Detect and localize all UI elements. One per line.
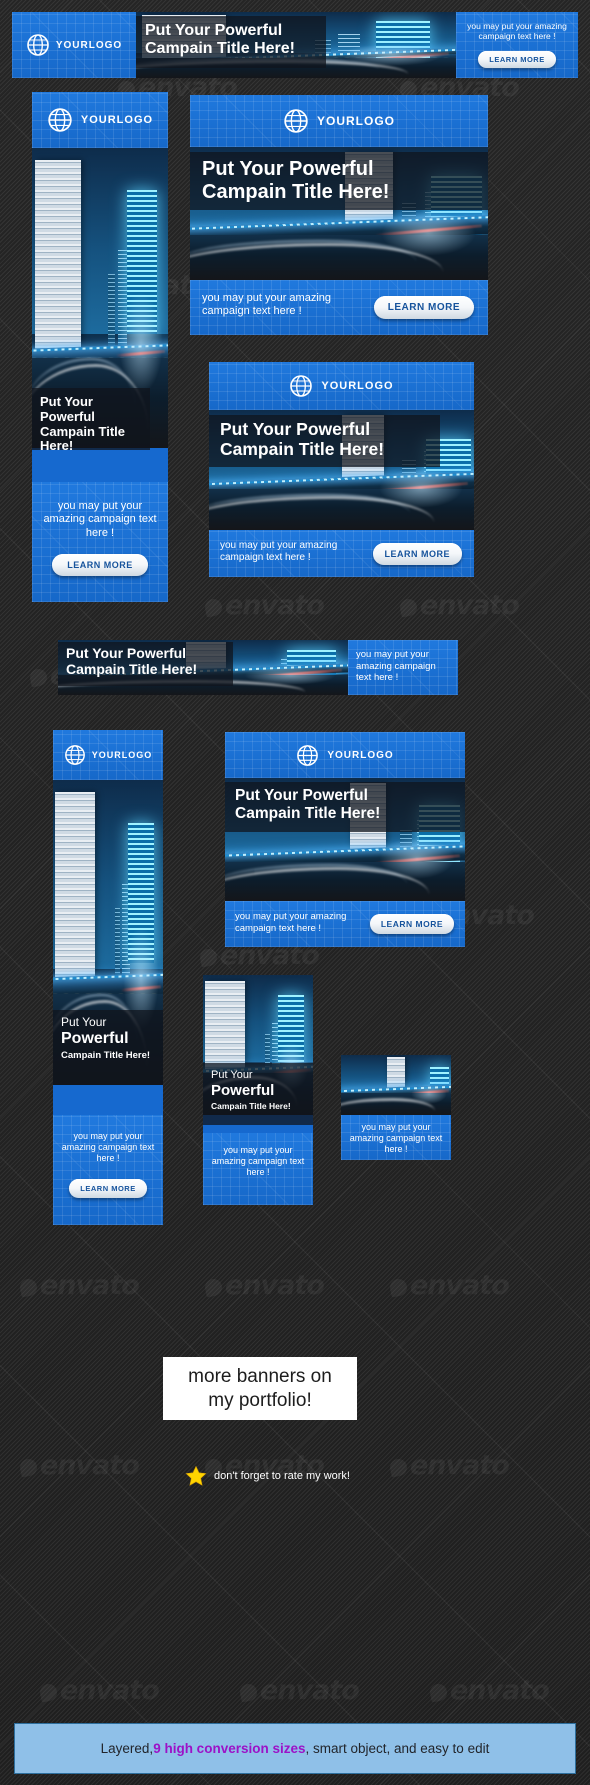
banner-title: Put Your Powerful Campain Title Here! [203, 1063, 313, 1125]
logo-lockup: YOURLOGO [225, 732, 465, 778]
banner-rectangle-300x250-b[interactable]: YOURLOGO Put Your Powerful Campain Title… [225, 732, 465, 947]
title-line-1: Put Your Powerful [220, 419, 371, 439]
cta-panel: you may put your amazing campaign text h… [209, 530, 474, 577]
feature-post: , smart object, and easy to edit [305, 1741, 490, 1756]
logo-text: YOURLOGO [316, 114, 395, 128]
logo-panel: YOURLOGO [190, 95, 488, 147]
logo-panel: YOURLOGO [12, 12, 136, 78]
banner-title: Put Your Powerful Campain Title Here! [225, 782, 465, 832]
cta-text: you may put your amazing campaign text h… [202, 292, 332, 318]
banner-title: Put Your Powerful Campain Title Here! [53, 1010, 163, 1085]
title-line-2: Campain Title Here! [40, 423, 126, 454]
cta-text: you may put your amazing campaign text h… [211, 1145, 305, 1177]
cta-text: you may put your amazing campaign text h… [235, 911, 347, 934]
title-line-1: Put Your Powerful [202, 158, 374, 180]
logo-panel: YOURLOGO [53, 730, 163, 780]
banner-skyscraper-160x600[interactable]: YOURLOGO Put Your Powerful Campain Title… [32, 92, 168, 602]
logo-text: YOURLOGO [80, 114, 154, 126]
globe-icon [290, 375, 313, 397]
banner-title: Put Your Powerful Campain Title Here! [209, 415, 440, 467]
logo-lockup: YOURLOGO [190, 95, 488, 147]
title-line-1: Put Your Powerful [235, 787, 368, 804]
title-line-1: Put Your [61, 1015, 107, 1029]
cta-text: you may put your amazing campaign text h… [43, 500, 157, 539]
title-line-2: Campain Title Here! [220, 438, 385, 459]
cta-text: you may put your amazing campaign text h… [356, 649, 436, 684]
title-line-1: Put Your Powerful [145, 22, 283, 39]
title-line-2: Campain Title Here! [202, 180, 390, 203]
title-line-3: Campain Title Here! [61, 1049, 151, 1061]
globe-icon [284, 109, 308, 133]
banner-large-rectangle-336x280[interactable]: YOURLOGO Put Your Powerful Campain Title… [209, 362, 474, 577]
banner-photo [341, 1055, 451, 1115]
banner-half-180x150[interactable]: you may put your amazing campaign text h… [341, 1055, 451, 1160]
banner-wide-skyscraper-120x600[interactable]: YOURLOGO Put Your Powerful Campain Title… [53, 730, 163, 1225]
title-line-3: Campain Title Here! [211, 1100, 291, 1111]
rate-text: don't forget to rate my work! [214, 1470, 350, 1482]
portfolio-line-2: my portfolio! [208, 1389, 312, 1411]
banner-title: Put Your Powerful Campain Title Here! [136, 16, 326, 68]
feature-bar: Layered, 9 high conversion sizes, smart … [14, 1723, 576, 1774]
cta-text: you may put your amazing campaign text h… [61, 1131, 155, 1163]
logo-text: YOURLOGO [91, 750, 153, 760]
globe-icon [27, 34, 49, 56]
logo-lockup: YOURLOGO [12, 12, 136, 78]
learn-more-button[interactable]: LEARN MORE [373, 296, 474, 319]
title-line-1: Put Your [211, 1069, 253, 1081]
banner-title: Put Your Powerful Campain Title Here! [32, 388, 150, 453]
globe-icon [297, 744, 319, 766]
cta-panel: you may put your amazing campaign text h… [456, 12, 578, 78]
learn-more-button[interactable]: LEARN MORE [52, 554, 148, 577]
title-line-2: Powerful [61, 1029, 129, 1047]
cta-panel: you may put your amazing campaign text h… [32, 482, 168, 602]
banner-title: Put Your Powerful Campain Title Here! [58, 642, 233, 686]
cta-panel: you may put your amazing campaign text h… [203, 1133, 313, 1205]
title-line-1: Put Your Powerful [66, 645, 187, 661]
learn-more-button[interactable]: LEARN MORE [372, 543, 462, 565]
feature-highlight: 9 high conversion sizes [153, 1741, 306, 1756]
banner-square-200x200[interactable]: Put Your Powerful Campain Title Here! yo… [203, 975, 313, 1205]
portfolio-callout[interactable]: more banners on my portfolio! [163, 1357, 357, 1420]
cta-panel: you may put your amazing campaign text h… [341, 1115, 451, 1160]
cta-text: you may put your amazing campaign text h… [220, 540, 338, 564]
logo-panel: YOURLOGO [32, 92, 168, 148]
cta-text: you may put your amazing campaign text h… [467, 21, 567, 42]
globe-icon [48, 108, 72, 132]
logo-panel: YOURLOGO [209, 362, 474, 410]
title-line-2: Campain Title Here! [235, 804, 381, 822]
learn-more-button[interactable]: LEARN MORE [369, 914, 454, 934]
cta-panel: you may put your amazing campaign text h… [225, 901, 465, 947]
banner-medium-rectangle-300x250[interactable]: YOURLOGO Put Your Powerful Campain Title… [190, 95, 488, 335]
cta-text: you may put your amazing campaign text h… [349, 1122, 443, 1154]
learn-more-button[interactable]: LEARN MORE [69, 1178, 147, 1198]
title-line-1: Put Your Powerful [40, 394, 95, 424]
globe-icon [64, 745, 85, 765]
title-line-2: Campain Title Here! [145, 40, 295, 58]
cta-panel: you may put your amazing campaign text h… [53, 1115, 163, 1225]
cta-panel: you may put your amazing campaign text h… [190, 280, 488, 335]
rate-reminder: don't forget to rate my work! [185, 1465, 350, 1487]
logo-text: YOURLOGO [321, 380, 394, 392]
portfolio-line-1: more banners on [188, 1366, 332, 1388]
title-line-2: Campain Title Here! [66, 660, 198, 677]
logo-text: YOURLOGO [327, 749, 394, 761]
cta-panel: you may put your amazing campaign text h… [348, 640, 458, 695]
feature-pre: Layered, [100, 1741, 154, 1756]
banner-leaderboard-468x60[interactable]: Put Your Powerful Campain Title Here! yo… [58, 640, 458, 695]
banner-leaderboard-728x90[interactable]: YOURLOGO Put Your Powerful Campain Title… [12, 12, 578, 78]
title-line-2: Powerful [211, 1081, 275, 1099]
logo-panel: YOURLOGO [225, 732, 465, 778]
logo-lockup: YOURLOGO [209, 362, 474, 410]
logo-lockup: YOURLOGO [32, 92, 168, 148]
logo-text: YOURLOGO [55, 39, 123, 51]
logo-lockup: YOURLOGO [53, 730, 163, 780]
star-icon [185, 1465, 207, 1486]
banner-title: Put Your Powerful Campain Title Here! [190, 152, 488, 210]
learn-more-button[interactable]: LEARN MORE [478, 50, 556, 68]
